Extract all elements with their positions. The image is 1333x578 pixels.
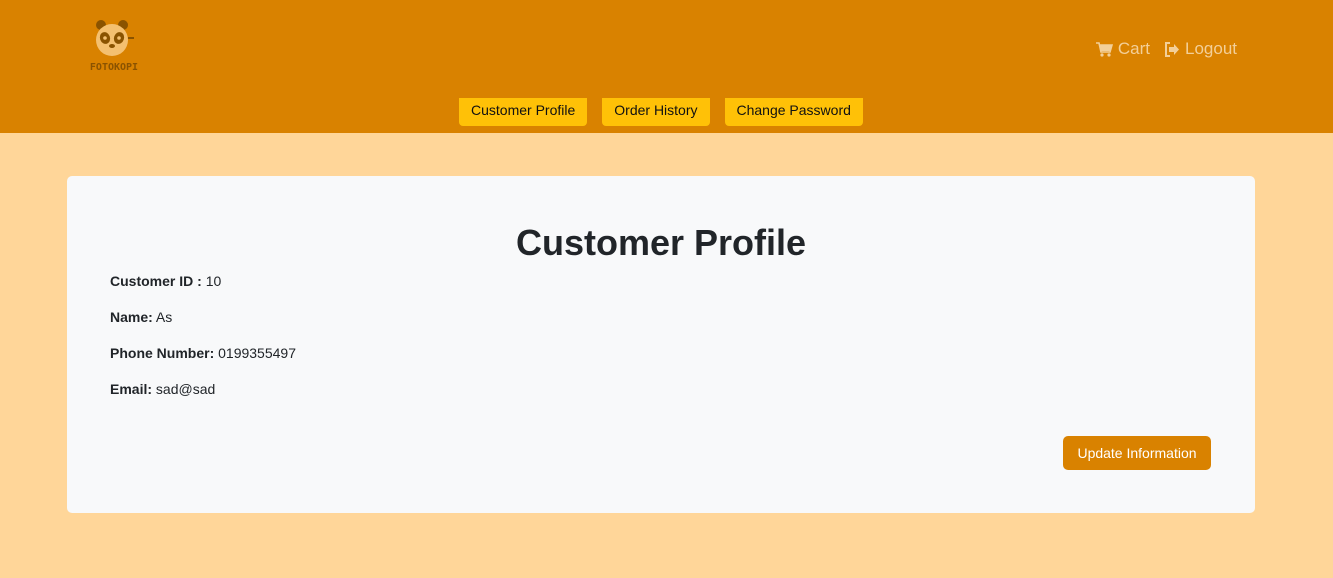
- update-information-button[interactable]: Update Information: [1063, 436, 1211, 470]
- email-label: Email:: [110, 381, 153, 397]
- site-header: FOTOKOPI Cart Logout Customer Profile Or…: [0, 0, 1333, 133]
- tab-order-history[interactable]: Order History: [602, 98, 710, 126]
- name-value: As: [155, 309, 173, 325]
- profile-tabs: Customer Profile Order History Change Pa…: [459, 98, 863, 126]
- logout-icon: [1165, 41, 1179, 57]
- cart-link[interactable]: Cart: [1095, 39, 1150, 59]
- tab-change-password[interactable]: Change Password: [724, 98, 863, 126]
- cart-icon: [1095, 41, 1113, 57]
- customer-id-field: Customer ID : 10: [110, 272, 221, 290]
- name-field: Name: As: [110, 308, 172, 326]
- site-logo[interactable]: FOTOKOPI: [86, 16, 142, 76]
- logout-link[interactable]: Logout: [1164, 39, 1237, 59]
- top-nav: Cart Logout: [1095, 38, 1237, 60]
- email-field: Email: sad@sad: [110, 380, 215, 398]
- customer-id-value: 10: [205, 273, 222, 289]
- logout-label: Logout: [1185, 39, 1237, 58]
- tab-customer-profile[interactable]: Customer Profile: [459, 98, 588, 126]
- brand-name: FOTOKOPI: [89, 62, 139, 73]
- cart-label: Cart: [1117, 39, 1150, 58]
- page-title: Customer Profile: [515, 222, 807, 263]
- phone-label: Phone Number:: [110, 345, 215, 361]
- phone-value: 0199355497: [218, 345, 296, 361]
- profile-card: Customer Profile Customer ID : 10 Name: …: [67, 176, 1255, 513]
- email-value: sad@sad: [155, 381, 216, 397]
- panda-icon: [96, 20, 134, 56]
- name-label: Name:: [110, 309, 153, 325]
- customer-id-label: Customer ID :: [110, 273, 202, 289]
- phone-field: Phone Number: 0199355497: [110, 344, 296, 362]
